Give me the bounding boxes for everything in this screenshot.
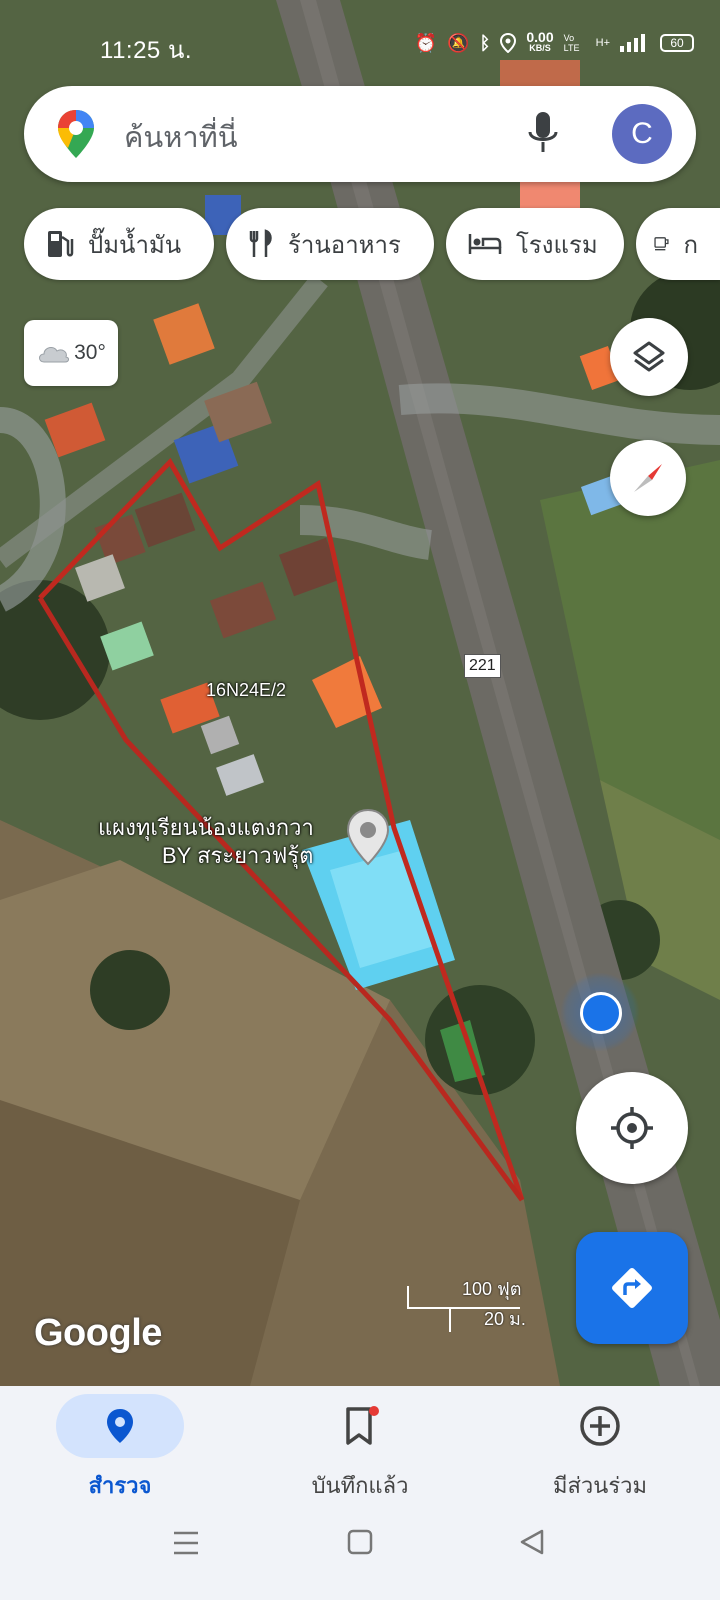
google-maps-logo-icon [58,110,94,158]
compass-button[interactable] [610,440,686,516]
gas-station-icon [48,231,74,257]
location-icon [500,33,517,53]
nav-label: บันทึกแล้ว [311,1473,409,1498]
layers-icon [633,341,665,372]
bookmark-icon [346,1406,379,1445]
mic-icon[interactable] [526,110,560,158]
cloud-icon [39,346,70,363]
google-attribution: Google [34,1312,162,1354]
coffee-icon [654,237,669,251]
chip-coffee[interactable]: ก [636,208,720,280]
my-location-button[interactable] [576,1072,688,1184]
compass-icon [634,464,662,492]
bottom-navigation: สำรวจ บันทึกแล้ว มีส่วนร่วม [0,1386,720,1600]
volte-indicator: Vo LTE [563,33,580,53]
status-time: 11:25 น. [100,37,193,64]
net-speed: 0.00 KB/S [526,29,554,53]
scale-bar: 100 ฟุต 20 ม. [406,1274,530,1334]
chip-hotel[interactable]: โรงแรม [446,208,624,280]
system-menu-button[interactable] [172,1530,200,1556]
plus-code-label: 16N24E/2 [206,680,287,700]
home-icon [347,1529,373,1555]
nav-label: สำรวจ [88,1473,152,1498]
system-home-button[interactable] [346,1528,374,1556]
chip-label: ร้านอาหาร [288,231,401,259]
nav-contribute[interactable]: มีส่วนร่วม [500,1394,700,1504]
status-bar: 11:25 น. ⏰ 🔕 ᛒ 0.00 KB/S Vo LTE H+ 60 [0,0,720,84]
crosshair-icon [611,1107,653,1149]
alarm-icon: ⏰ [414,32,438,53]
account-avatar[interactable]: C [612,104,672,164]
system-back-button[interactable] [518,1528,546,1556]
weather-temp: 30° [74,341,106,364]
directions-icon [612,1268,652,1308]
place-pin-icon[interactable] [344,808,392,870]
chip-label: ปั๊มน้ำมัน [88,231,182,259]
add-circle-icon [580,1406,620,1446]
place-name-line2[interactable]: BY สระยาวฟรุ้ต [162,838,313,873]
battery-indicator: 60 [660,34,694,52]
bell-off-icon: 🔕 [447,32,470,53]
nav-explore[interactable]: สำรวจ [20,1394,220,1504]
signal-icon [620,34,645,52]
menu-icon [174,1531,198,1555]
my-location-dot [560,972,640,1052]
chip-label: โรงแรม [516,231,598,259]
hotel-icon [468,234,502,254]
restaurant-icon [249,229,272,257]
chip-restaurant[interactable]: ร้านอาหาร [226,208,434,280]
explore-pin-icon [107,1409,133,1443]
chip-label: ก [683,231,698,259]
nav-label: มีส่วนร่วม [553,1473,647,1498]
road-number-label: 221 [464,654,501,678]
search-placeholder[interactable]: ค้นหาที่นี่ [124,114,238,160]
nav-saved[interactable]: บันทึกแล้ว [260,1394,460,1504]
directions-button[interactable] [576,1232,688,1344]
search-bar[interactable]: ค้นหาที่นี่ C [24,86,696,182]
bluetooth-icon: ᛒ [479,32,491,53]
chip-gas-station[interactable]: ปั๊มน้ำมัน [24,208,214,280]
layers-button[interactable] [610,318,688,396]
net-type: H+ [595,37,610,49]
back-icon [520,1529,544,1555]
weather-badge[interactable]: 30° [24,320,118,386]
